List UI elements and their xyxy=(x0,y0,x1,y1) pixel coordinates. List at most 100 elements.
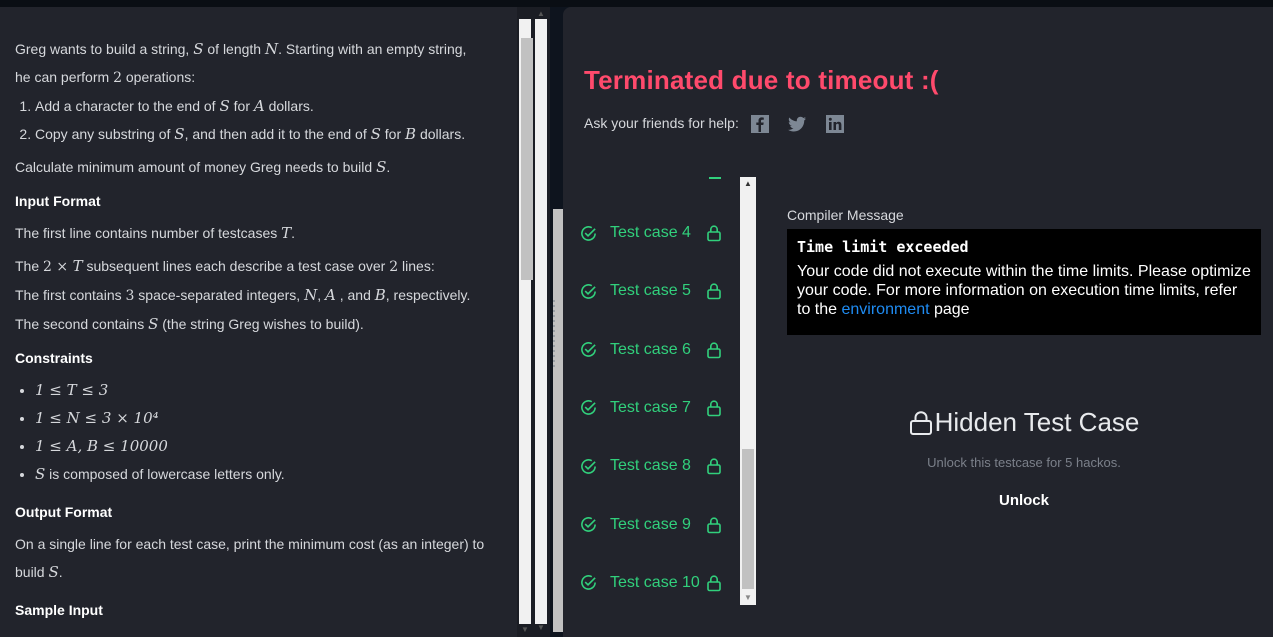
text: operations: xyxy=(121,69,196,85)
math-var: S xyxy=(35,465,46,483)
math-var: S xyxy=(48,563,59,581)
test-case-item[interactable]: Test case 4 xyxy=(580,218,730,248)
text: Greg wants to build a string, xyxy=(15,41,194,57)
hidden-title-text: Hidden Test Case xyxy=(934,407,1140,437)
lock-icon xyxy=(707,400,721,417)
lock-icon xyxy=(707,283,721,300)
math-var: A xyxy=(253,97,265,115)
test-case-item[interactable]: Test case 5 xyxy=(580,276,730,306)
math-var: B xyxy=(374,286,386,304)
math-var: S xyxy=(376,158,387,176)
hidden-test-case-title: Hidden Test Case xyxy=(909,407,1140,438)
math-var: S xyxy=(219,97,230,115)
panel-resize-handle[interactable] xyxy=(552,300,558,367)
test-case-label: Test case 6 xyxy=(610,340,691,358)
unlock-subtitle: Unlock this testcase for 5 hackos. xyxy=(927,454,1121,470)
share-label: Ask your friends for help: xyxy=(584,115,739,131)
operations-list: Add a character to the end of S for A do… xyxy=(15,92,502,148)
test-case-label: Test case 9 xyxy=(610,515,691,533)
math-expr: 1 ≤ T ≤ 3 xyxy=(35,381,109,399)
output-format-heading: Output Format xyxy=(15,504,113,520)
text: The second contains xyxy=(15,316,149,332)
constraint-item: 1 ≤ N ≤ 3 × 10⁴ xyxy=(35,404,502,432)
linkedin-icon[interactable] xyxy=(825,114,845,134)
text: build xyxy=(15,564,49,580)
text: , and xyxy=(335,287,375,303)
lock-icon xyxy=(707,458,721,475)
test-case-scrollbar[interactable]: ▲ ▼ xyxy=(740,177,756,605)
inner-scrollbar-track[interactable] xyxy=(519,19,533,624)
scroll-down-arrow-icon[interactable]: ▼ xyxy=(519,625,531,635)
text: . xyxy=(386,159,391,175)
scroll-down-arrow-icon[interactable]: ▼ xyxy=(742,593,754,603)
test-case-label: Test case 7 xyxy=(610,398,691,416)
text: page xyxy=(929,301,970,318)
top-bar xyxy=(0,0,1273,7)
check-circle-icon xyxy=(581,458,596,474)
compiler-message-heading: Time limit exceeded xyxy=(797,238,969,256)
check-circle-icon xyxy=(581,225,596,241)
test-case-item[interactable]: Test case 10 xyxy=(580,568,730,598)
math-var: A xyxy=(324,286,336,304)
compiler-message-body: Your code did not execute within the tim… xyxy=(797,262,1251,319)
math-var: T xyxy=(281,224,292,242)
test-case-label: Test case 10 xyxy=(610,573,700,591)
intro-line-1: Greg wants to build a string, S of lengt… xyxy=(15,35,502,63)
math-var: S xyxy=(370,125,381,143)
check-circle-icon xyxy=(581,400,596,416)
test-case-item[interactable]: Test case 6 xyxy=(580,335,730,365)
constraints-heading: Constraints xyxy=(15,350,93,366)
math-var: N xyxy=(264,40,279,58)
text: , xyxy=(317,287,325,303)
text: lines: xyxy=(398,258,435,274)
math-var: T xyxy=(72,257,83,275)
test-case-label: Test case 4 xyxy=(610,224,691,241)
constraint-item: S is composed of lowercase letters only. xyxy=(35,460,502,488)
check-circle-icon xyxy=(581,517,596,532)
text: , respectively. xyxy=(385,287,471,303)
check-circle-icon xyxy=(581,283,596,299)
inner-scrollbar-thumb[interactable] xyxy=(521,38,533,280)
text: , and then add it to the end of xyxy=(184,126,371,142)
text: (the string Greg wishes to build). xyxy=(158,316,364,332)
text: The xyxy=(15,258,44,274)
text: . xyxy=(291,225,296,241)
lock-icon xyxy=(909,410,932,435)
input-line-4: The second contains S (the string Greg w… xyxy=(15,310,502,338)
test-case-item[interactable]: Test case 9 xyxy=(580,510,730,540)
math-expr: 1 ≤ N ≤ 3 × 10⁴ xyxy=(35,409,159,427)
text: Copy any substring of xyxy=(35,126,175,142)
facebook-icon[interactable] xyxy=(750,114,770,134)
test-case-item[interactable]: Test case 8 xyxy=(580,451,730,481)
math-var: S xyxy=(174,125,185,143)
math-num: 2 xyxy=(113,70,122,86)
input-line-3: The first contains 3 space-separated int… xyxy=(15,281,502,310)
environment-link[interactable]: environment xyxy=(841,301,929,318)
text: is composed of lowercase letters only. xyxy=(45,466,285,482)
compiler-message-label: Compiler Message xyxy=(787,207,904,223)
scroll-up-arrow-icon[interactable]: ▲ xyxy=(535,9,547,19)
text: of length xyxy=(203,41,265,57)
intro-line-2: he can perform 2 operations: xyxy=(15,63,502,92)
text: subsequent lines each describe a test ca… xyxy=(82,258,390,274)
unlock-button[interactable]: Unlock xyxy=(787,492,1261,509)
text: dollars. xyxy=(264,98,314,114)
problem-scrollbar-area: ▲ ▼ ▼ xyxy=(517,7,565,637)
lock-icon xyxy=(707,516,721,533)
constraint-item: 1 ≤ A, B ≤ 10000 xyxy=(35,432,502,460)
text: Add a character to the end of xyxy=(35,98,220,114)
operation-item: Copy any substring of S, and then add it… xyxy=(35,120,502,148)
text: The first contains xyxy=(15,287,126,303)
input-format-heading: Input Format xyxy=(15,193,101,209)
test-case-partial xyxy=(709,177,721,179)
scroll-down-arrow-icon[interactable]: ▼ xyxy=(535,623,547,633)
hidden-test-case-section: Hidden Test Case Unlock this testcase fo… xyxy=(787,407,1261,509)
scroll-up-arrow-icon[interactable]: ▲ xyxy=(742,179,754,189)
test-case-item[interactable]: Test case 7 xyxy=(580,393,730,423)
check-circle-icon xyxy=(581,575,596,591)
twitter-icon[interactable] xyxy=(787,114,807,134)
test-case-scrollbar-thumb[interactable] xyxy=(742,449,754,589)
text: dollars. xyxy=(416,126,466,142)
outer-scrollbar-track[interactable]: ▲ ▼ xyxy=(535,9,565,632)
lock-icon xyxy=(707,225,721,242)
